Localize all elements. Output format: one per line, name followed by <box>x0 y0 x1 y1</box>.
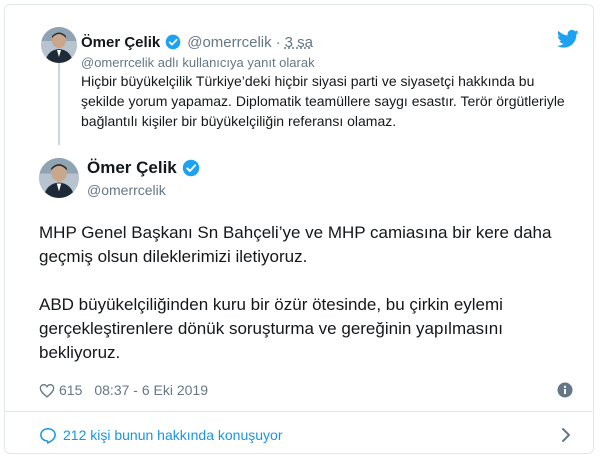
parent-tweet-text: Hiçbir büyükelçilik Türkiye’deki hiçbir … <box>81 73 565 129</box>
info-icon[interactable] <box>557 382 573 398</box>
thread-line <box>58 53 60 145</box>
divider <box>5 411 593 412</box>
twitter-bird-icon[interactable] <box>557 29 579 49</box>
like-count[interactable]: 615 <box>59 382 82 398</box>
conversation-link[interactable]: 212 kişi bunun hakkında konuşuyor <box>39 424 579 446</box>
heart-icon[interactable] <box>39 383 55 398</box>
reply-context: @omerrcelik adlı kullanıcıya yanıt olara… <box>81 55 315 70</box>
tweet-embed-card: Ömer Çelik @omerrcelik · 3 sa @omerrceli… <box>4 4 594 454</box>
avatar[interactable] <box>41 27 77 63</box>
speech-bubble-icon <box>39 427 57 444</box>
verified-badge-icon <box>182 159 200 177</box>
author-name[interactable]: Ömer Çelik <box>81 34 160 51</box>
parent-tweet-header: Ömer Çelik @omerrcelik · 3 sa <box>81 31 313 53</box>
tweet-meta: 615 08:37 - 6 Eki 2019 <box>39 380 208 400</box>
chevron-right-icon[interactable] <box>560 427 572 443</box>
author-handle[interactable]: @omerrcelik <box>187 34 271 51</box>
main-author-name-row: Ömer Çelik <box>87 158 206 178</box>
avatar[interactable] <box>39 158 79 198</box>
tweet-timestamp[interactable]: 08:37 - 6 Eki 2019 <box>94 382 208 398</box>
tweet-time-link[interactable]: 3 sa <box>285 34 313 51</box>
tweet-paragraph: ABD büyükelçiliğinden kuru bir özür ötes… <box>39 295 503 362</box>
main-tweet-text: MHP Genel Başkanı Sn Bahçeli’ye ve MHP c… <box>39 221 579 389</box>
conversation-label[interactable]: 212 kişi bunun hakkında konuşuyor <box>63 427 282 443</box>
verified-badge-icon <box>165 34 181 50</box>
separator-dot: · <box>275 33 281 51</box>
author-handle[interactable]: @omerrcelik <box>87 182 166 198</box>
author-name[interactable]: Ömer Çelik <box>87 158 177 178</box>
parent-tweet[interactable]: Ömer Çelik @omerrcelik · 3 sa @omerrceli… <box>5 5 593 155</box>
tweet-paragraph: MHP Genel Başkanı Sn Bahçeli’ye ve MHP c… <box>39 223 552 266</box>
